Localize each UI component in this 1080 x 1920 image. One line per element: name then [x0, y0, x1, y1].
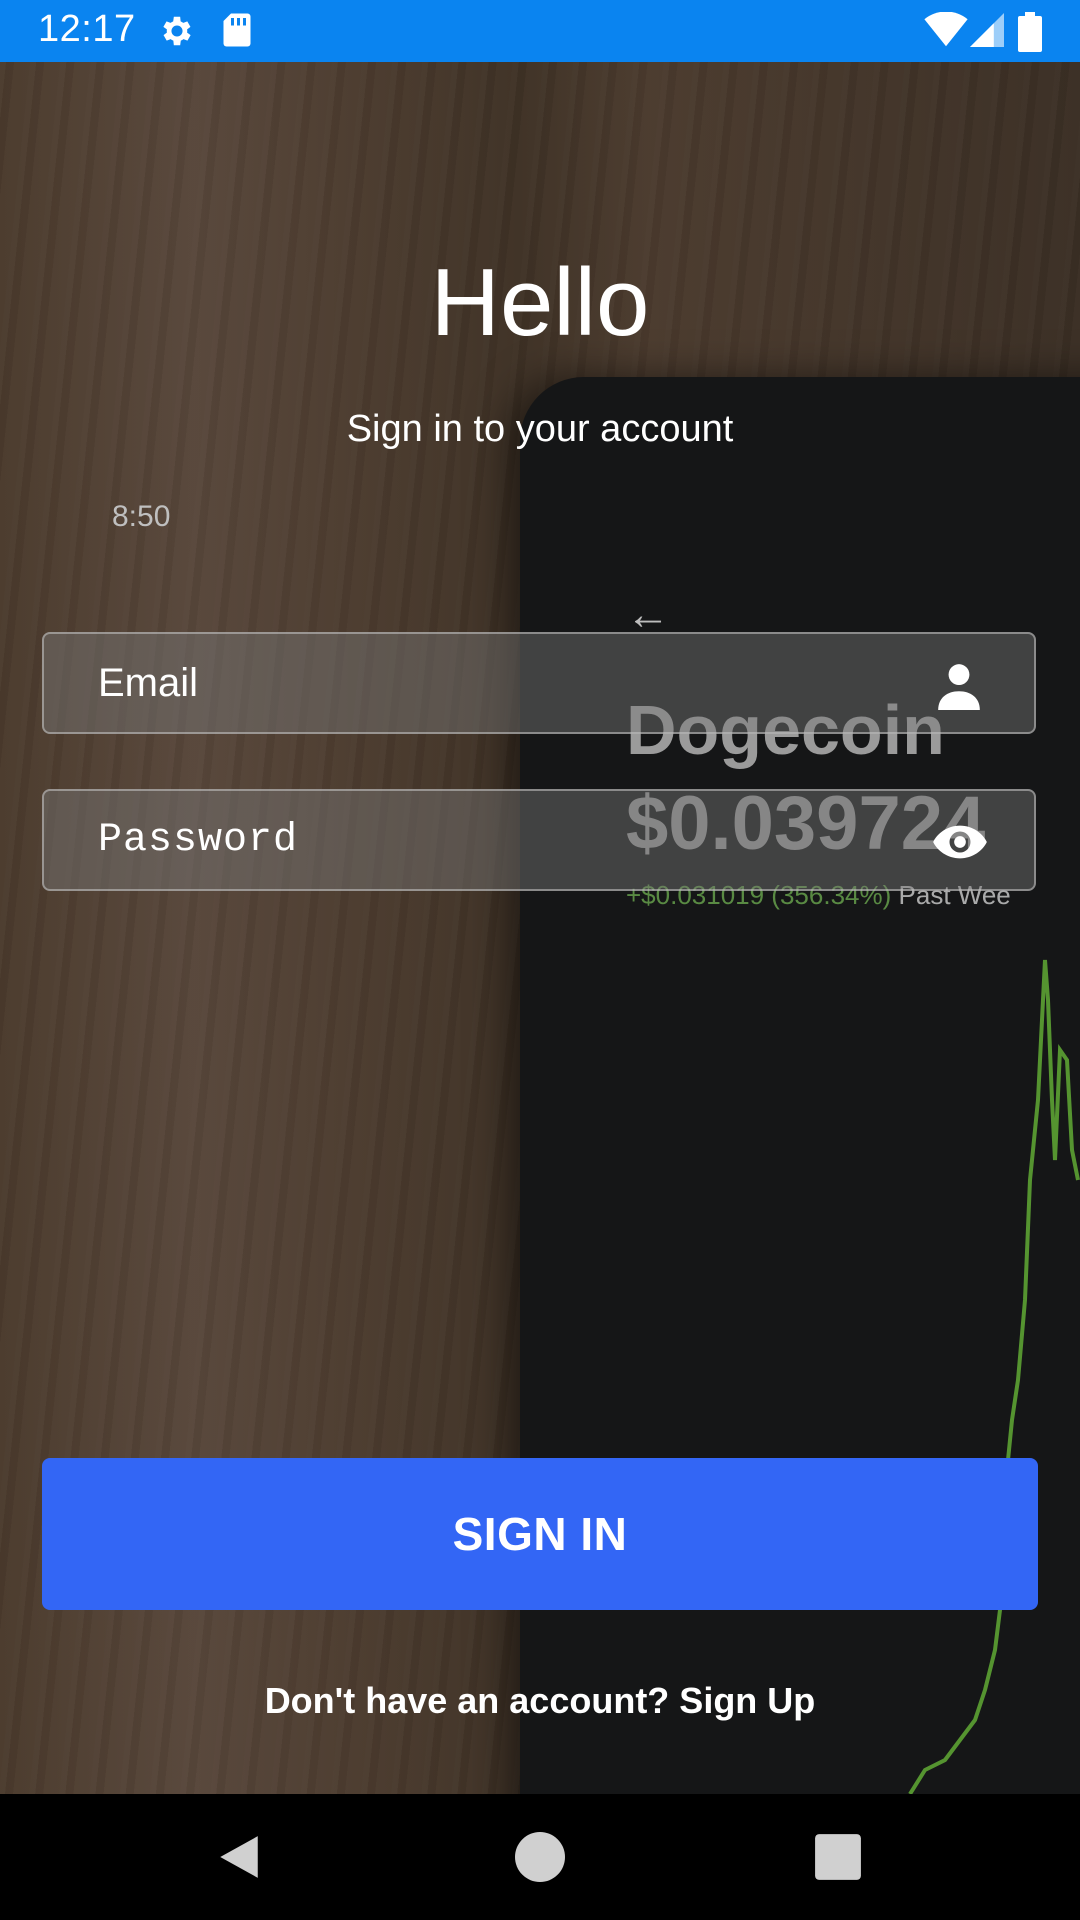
- sign-up-link[interactable]: Don't have an account? Sign Up: [0, 1680, 1080, 1722]
- status-bar: 12:17: [0, 0, 1080, 62]
- eye-icon[interactable]: [932, 814, 988, 870]
- password-input[interactable]: [98, 791, 898, 889]
- email-input[interactable]: [98, 634, 898, 732]
- wifi-icon: [924, 12, 968, 47]
- sign-in-button[interactable]: SIGN IN: [42, 1458, 1038, 1610]
- navigation-bar: [0, 1794, 1080, 1920]
- login-screen: 8:50 ← Dogecoin $0.039724 +$0.031019 (35…: [0, 0, 1080, 1920]
- sd-card-icon: [223, 13, 251, 47]
- gear-icon: [163, 16, 191, 46]
- recents-icon[interactable]: [813, 1832, 863, 1882]
- password-field-container: [42, 789, 1036, 891]
- battery-icon: [1018, 12, 1042, 52]
- page-title: Hello: [430, 249, 650, 356]
- person-icon: [938, 664, 980, 710]
- signal-icon: [970, 13, 1004, 47]
- back-icon[interactable]: [214, 1832, 264, 1882]
- page-subtitle: Sign in to your account: [346, 408, 734, 450]
- email-field-container: [42, 632, 1036, 734]
- status-time: 12:17: [38, 8, 136, 50]
- home-icon[interactable]: [515, 1832, 565, 1882]
